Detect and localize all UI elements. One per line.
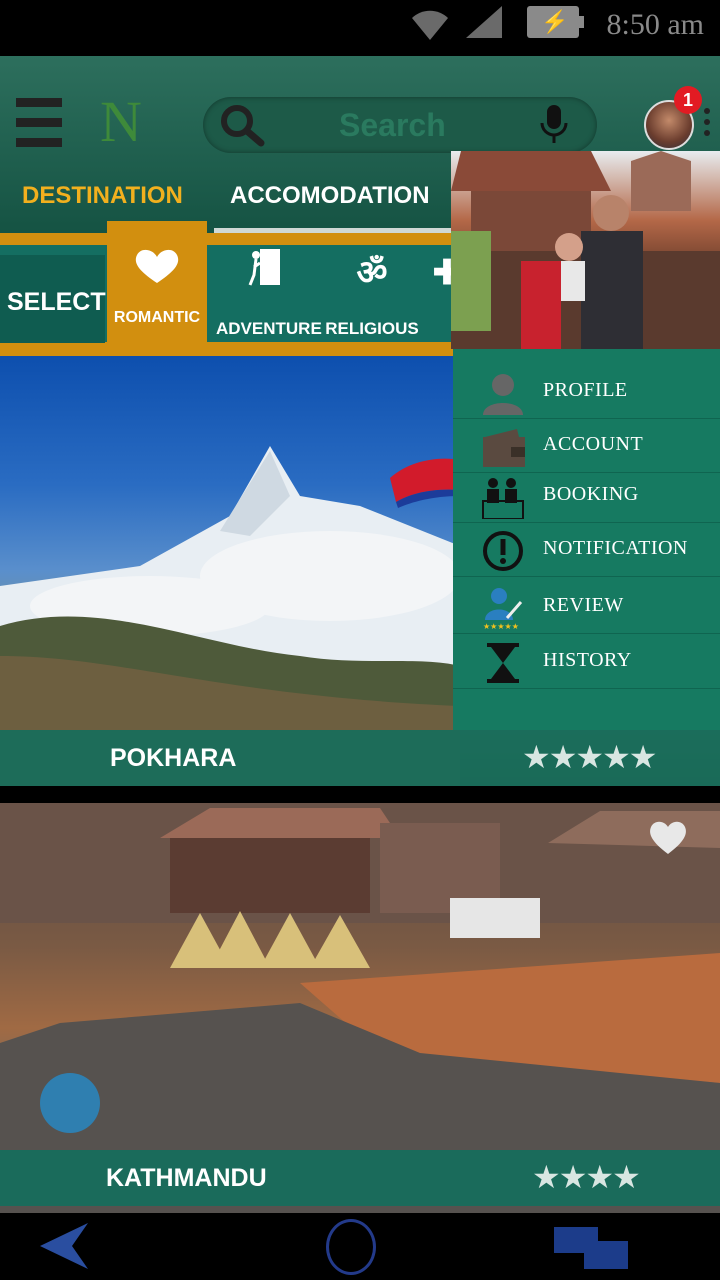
destination-name: POKHARA	[110, 744, 237, 772]
search-input[interactable]: Search	[203, 97, 597, 153]
menu-item-notification[interactable]: NOTIFICATION	[453, 523, 720, 577]
system-nav-bar	[0, 1213, 720, 1280]
hearts-icon	[107, 247, 207, 303]
notification-badge: 1	[674, 86, 702, 114]
menu-item-label: ACCOUNT	[543, 433, 644, 455]
climber-icon	[216, 245, 316, 301]
exclamation-icon	[483, 531, 523, 571]
menu-item-label: NOTIFICATION	[543, 537, 688, 559]
menu-item-booking[interactable]: BOOKING	[453, 469, 720, 523]
app-logo[interactable]: N	[100, 88, 142, 155]
wallet-icon	[483, 429, 525, 467]
category-adventure[interactable]: ADVENTURE	[216, 245, 322, 338]
search-placeholder: Search	[339, 107, 446, 143]
microphone-icon[interactable]	[539, 103, 569, 147]
profile-photo-image	[451, 151, 720, 349]
person-icon	[483, 374, 523, 415]
clock: 8:50 am	[606, 8, 705, 41]
menu-icon[interactable]	[16, 98, 62, 148]
favorite-heart-icon[interactable]	[646, 818, 690, 858]
tab-destination[interactable]: DESTINATION	[22, 182, 183, 210]
category-label: ROMANTIC	[113, 309, 201, 326]
category-bar: SELECT ADVENTURE ॐ RELIGIOUS ✚ CA ROMANT…	[0, 221, 461, 356]
menu-item-review[interactable]: ★★★★★ REVIEW	[453, 580, 720, 634]
category-religious[interactable]: ॐ RELIGIOUS	[322, 245, 422, 338]
category-label: RELIGIOUS	[325, 319, 419, 338]
menu-item-profile[interactable]: PROFILE	[453, 365, 720, 419]
battery-charging-icon: ⚡	[527, 6, 584, 38]
menu-item-label: REVIEW	[543, 594, 624, 616]
home-icon[interactable]	[326, 1219, 376, 1275]
tab-accomodation[interactable]: ACCOMODATION	[230, 182, 430, 210]
destination-name: KATHMANDU	[106, 1164, 267, 1192]
profile-menu: PROFILE ACCOUNT BOOKING NOTIFICATION ★★★…	[453, 349, 720, 730]
menu-item-history[interactable]: HISTORY	[453, 635, 720, 689]
rating-stars: ★★★★	[532, 1159, 641, 1195]
select-label: SELECT	[0, 255, 106, 343]
signal-icon	[466, 6, 502, 38]
hourglass-icon	[487, 643, 519, 683]
menu-item-label: PROFILE	[543, 379, 628, 401]
recent-apps-icon[interactable]	[554, 1225, 630, 1271]
category-strip: SELECT ADVENTURE ॐ RELIGIOUS ✚ CA	[0, 245, 461, 343]
back-icon[interactable]	[38, 1221, 90, 1271]
om-icon: ॐ	[356, 254, 388, 292]
profile-photo[interactable]	[451, 151, 720, 349]
status-bar: ⚡ 8:50 am	[0, 0, 720, 56]
booking-counter-icon	[482, 478, 524, 519]
more-options-icon[interactable]	[704, 108, 710, 141]
destination-label-kathmandu: KATHMANDU ★★★★	[0, 1150, 720, 1206]
svg-text:★★★★★: ★★★★★	[483, 622, 519, 630]
destination-label-pokhara: POKHARA ★★★★★	[0, 730, 720, 786]
review-icon: ★★★★★	[483, 588, 523, 630]
search-icon[interactable]	[217, 103, 267, 147]
menu-item-label: BOOKING	[543, 483, 639, 505]
rating-stars: ★★★★★	[522, 739, 657, 775]
wifi-icon	[412, 10, 448, 41]
category-romantic[interactable]: ROMANTIC	[107, 221, 207, 342]
menu-item-label: HISTORY	[543, 649, 632, 671]
menu-item-account[interactable]: ACCOUNT	[453, 419, 720, 473]
category-label: ADVENTURE	[216, 319, 322, 338]
